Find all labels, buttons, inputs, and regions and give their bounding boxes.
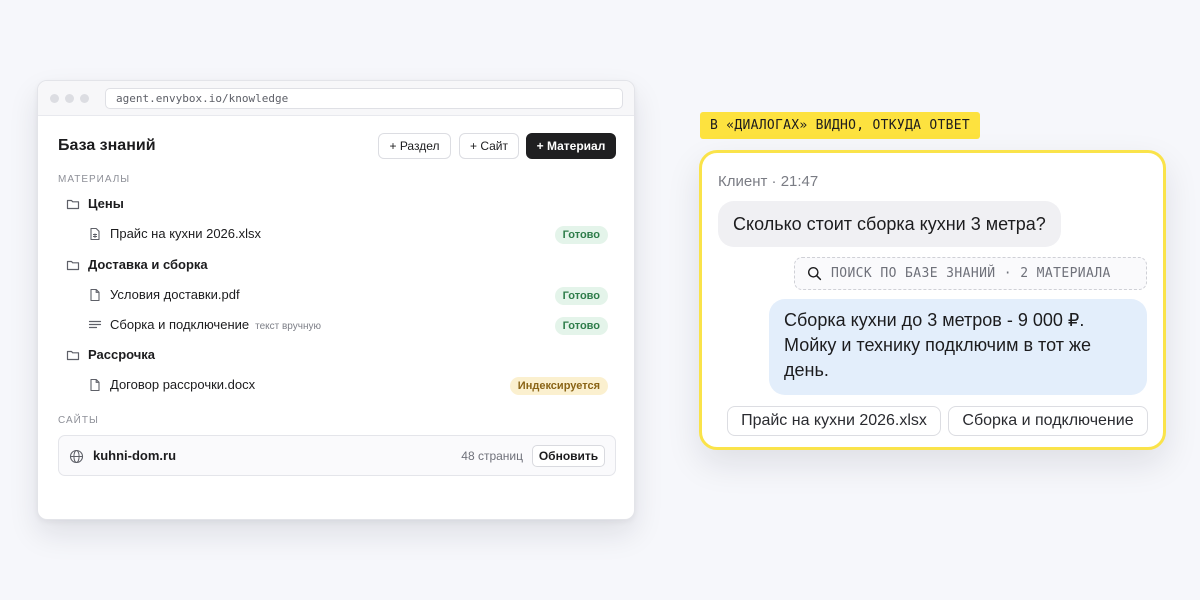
folder-row[interactable]: Рассрочка <box>38 345 634 367</box>
site-page-count: 48 страниц <box>461 449 523 463</box>
materials-section-label: Материалы <box>58 174 131 185</box>
document-file-icon <box>88 288 102 302</box>
file-name: Прайс на кухни 2026.xlsx <box>110 226 262 241</box>
file-name: Договор рассрочки.docx <box>110 377 256 392</box>
file-name-wrapper: Сборка и подключение текст вручную <box>110 317 321 332</box>
window-maximize-dot[interactable] <box>80 94 89 103</box>
globe-icon <box>69 449 84 464</box>
file-note: текст вручную <box>255 321 321 332</box>
site-row[interactable]: kuhni-dom.ru 48 страниц Обновить <box>58 435 616 476</box>
status-badge: Готово <box>554 226 608 244</box>
add-material-button[interactable]: + Материал <box>526 133 616 159</box>
search-indicator-text: ПОИСК ПО БАЗЕ ЗНАНИЙ · 2 МАТЕРИАЛА <box>831 266 1111 281</box>
browser-window: agent.envybox.io/knowledge База знаний +… <box>37 80 635 520</box>
status-badge: Готово <box>554 317 608 335</box>
spreadsheet-file-icon <box>88 227 102 241</box>
source-chip[interactable]: Прайс на кухни 2026.xlsx <box>727 406 941 436</box>
page-title: База знаний <box>58 137 156 154</box>
sites-section-label: Сайты <box>58 415 99 426</box>
browser-toolbar: agent.envybox.io/knowledge <box>38 81 634 116</box>
folder-name: Рассрочка <box>88 347 156 362</box>
agent-answer-bubble: Сборка кухни до 3 метров - 9 000 ₽. Мойк… <box>769 299 1147 395</box>
search-icon <box>807 266 822 281</box>
file-name: Сборка и подключение <box>110 317 250 332</box>
window-minimize-dot[interactable] <box>65 94 74 103</box>
folder-row[interactable]: Цены <box>38 194 634 216</box>
knowledge-search-indicator: ПОИСК ПО БАЗЕ ЗНАНИЙ · 2 МАТЕРИАЛА <box>794 257 1147 290</box>
client-message-bubble: Сколько стоит сборка кухни 3 метра? <box>718 201 1061 247</box>
folder-name: Цены <box>88 196 124 211</box>
folder-row[interactable]: Доставка и сборка <box>38 255 634 277</box>
file-name: Условия доставки.pdf <box>110 287 240 302</box>
file-row[interactable]: Прайс на кухни 2026.xlsx Готово <box>38 224 634 246</box>
file-row[interactable]: Условия доставки.pdf Готово <box>38 285 634 307</box>
document-file-icon <box>88 378 102 392</box>
dialog-card: Клиент · 21:47 Сколько стоит сборка кухн… <box>699 150 1166 450</box>
site-name: kuhni-dom.ru <box>93 448 177 463</box>
folder-name: Доставка и сборка <box>88 257 208 272</box>
status-badge: Индексируется <box>509 377 608 395</box>
refresh-site-button[interactable]: Обновить <box>532 445 605 467</box>
source-chip[interactable]: Сборка и подключение <box>948 406 1148 436</box>
folder-icon <box>66 348 80 362</box>
status-badge: Готово <box>554 287 608 305</box>
window-close-dot[interactable] <box>50 94 59 103</box>
callout-tag: В «ДИАЛОГАХ» ВИДНО, ОТКУДА ОТВЕТ <box>700 112 981 139</box>
text-lines-icon <box>88 318 102 332</box>
address-bar[interactable]: agent.envybox.io/knowledge <box>105 88 623 109</box>
folder-icon <box>66 258 80 272</box>
message-meta: Клиент · 21:47 <box>718 173 819 190</box>
file-row[interactable]: Договор рассрочки.docx Индексируется <box>38 375 634 397</box>
add-site-button[interactable]: + Сайт <box>459 133 519 159</box>
add-section-button[interactable]: + Раздел <box>378 133 451 159</box>
folder-icon <box>66 197 80 211</box>
file-row[interactable]: Сборка и подключение текст вручную Готово <box>38 315 634 337</box>
